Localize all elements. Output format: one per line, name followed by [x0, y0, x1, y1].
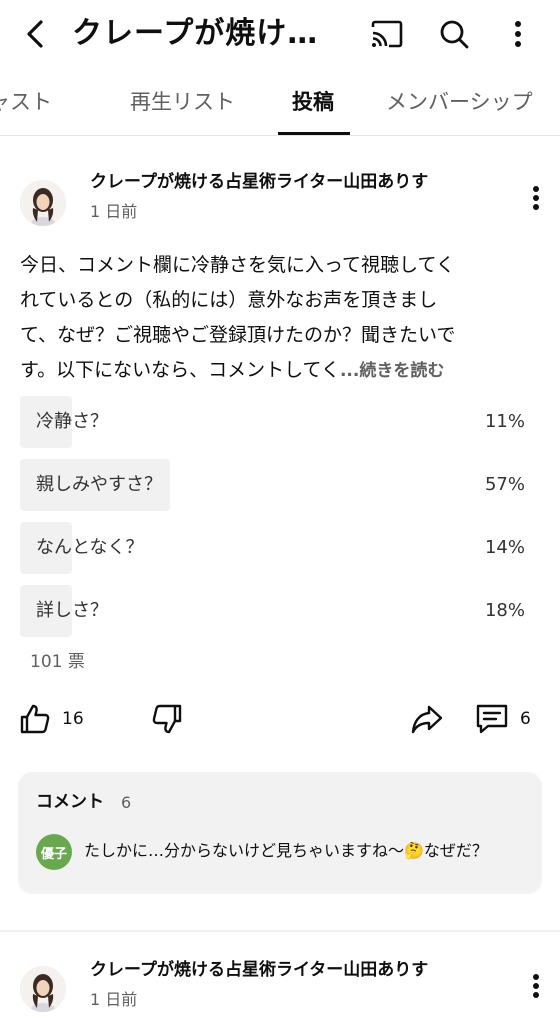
dislike-button[interactable]	[150, 696, 184, 742]
post-divider	[0, 930, 560, 932]
poll-option-label: 詳しさ？	[36, 600, 108, 621]
back-button[interactable]	[16, 14, 56, 54]
channel-avatar[interactable]	[20, 966, 66, 1012]
more-vertical-icon	[533, 974, 539, 998]
post-text-line: て、なぜ？ご視聴やご登録頂けたのか？聞きたいで	[20, 324, 456, 346]
poll-vote-count: 101 票	[30, 652, 85, 672]
post-time: 1 日前	[90, 202, 138, 221]
tab-membership[interactable]: メンバーシップ	[386, 88, 533, 116]
top-comment-text: たしかに…分からないけど見ちゃいますね〜🤔なぜだ？	[84, 841, 488, 860]
like-button[interactable]: 16	[18, 696, 84, 742]
post-more-button[interactable]	[520, 178, 552, 218]
poll-option-label: 冷静さ？	[36, 411, 108, 432]
post-text-line: れているとの（私的には）意外なお声を頂きまし	[20, 289, 438, 311]
commenter-avatar: 優子	[36, 834, 72, 870]
comments-count: 6	[121, 793, 132, 812]
tab-playlists[interactable]: 再生リスト	[130, 88, 235, 116]
poll-option-percent: 11%	[484, 411, 525, 432]
channel-tabs: ポッドキャスト 再生リスト 投稿 メンバーシップ	[0, 68, 560, 136]
cast-button[interactable]	[365, 14, 409, 54]
more-vertical-icon	[533, 186, 539, 210]
channel-name[interactable]: クレープが焼ける占星術ライター山田ありす	[90, 958, 428, 982]
tab-podcast[interactable]: ポッドキャスト	[0, 88, 52, 116]
thumbs-up-icon	[20, 704, 50, 734]
more-options-button[interactable]	[500, 14, 536, 54]
comments-preview[interactable]: コメント 6 優子 たしかに…分からないけど見ちゃいますね〜🤔なぜだ？	[18, 772, 542, 894]
page-title: クレープが焼け…	[72, 16, 319, 51]
comment-count: 6	[520, 709, 531, 729]
search-button[interactable]	[432, 14, 476, 54]
post-more-button[interactable]	[520, 966, 552, 1006]
read-more-link[interactable]: ...続きを読む	[340, 361, 444, 381]
post-actions: 16 6	[0, 696, 560, 742]
channel-name[interactable]: クレープが焼ける占星術ライター山田ありす	[90, 170, 428, 194]
like-count: 16	[62, 709, 84, 729]
post-text: 今日、コメント欄に冷静さを気に入って視聴してく れているとの（私的には）意外なお…	[20, 248, 545, 389]
cast-icon	[371, 20, 403, 48]
post-text-line-end: す。以下にないなら、コメントしてく	[20, 359, 340, 381]
search-icon	[440, 20, 469, 49]
share-icon	[411, 705, 443, 734]
poll-option-label: なんとなく？	[36, 537, 144, 558]
poll-option-percent: 14%	[484, 537, 525, 558]
avatar-image	[20, 966, 66, 1012]
poll-option[interactable]: なんとなく？ 14%	[20, 522, 525, 574]
avatar-image	[20, 180, 66, 226]
poll-option-percent: 57%	[484, 474, 525, 495]
poll-option[interactable]: 冷静さ？ 11%	[20, 396, 525, 448]
tab-posts[interactable]: 投稿	[292, 88, 334, 116]
post-text-line: 今日、コメント欄に冷静さを気に入って視聴してく	[20, 254, 455, 276]
more-vertical-icon	[515, 21, 521, 47]
comment-button[interactable]: 6	[474, 696, 531, 742]
chevron-left-icon	[27, 20, 43, 48]
thumbs-down-icon	[152, 704, 182, 734]
post-text-line: す。以下にないなら、コメントしてく...続きを読む	[20, 353, 545, 389]
comment-icon	[476, 704, 508, 734]
poll-option-label: 親しみやすさ？	[36, 474, 162, 495]
poll-option-percent: 18%	[484, 600, 525, 621]
app-header: クレープが焼け…	[0, 0, 560, 68]
active-tab-indicator	[278, 132, 350, 135]
post-time: 1 日前	[90, 990, 138, 1009]
poll-option[interactable]: 親しみやすさ？ 57%	[20, 459, 525, 511]
poll-option[interactable]: 詳しさ？ 18%	[20, 585, 525, 637]
share-button[interactable]	[410, 696, 444, 742]
channel-avatar[interactable]	[20, 180, 66, 226]
comments-title: コメント	[36, 792, 104, 812]
